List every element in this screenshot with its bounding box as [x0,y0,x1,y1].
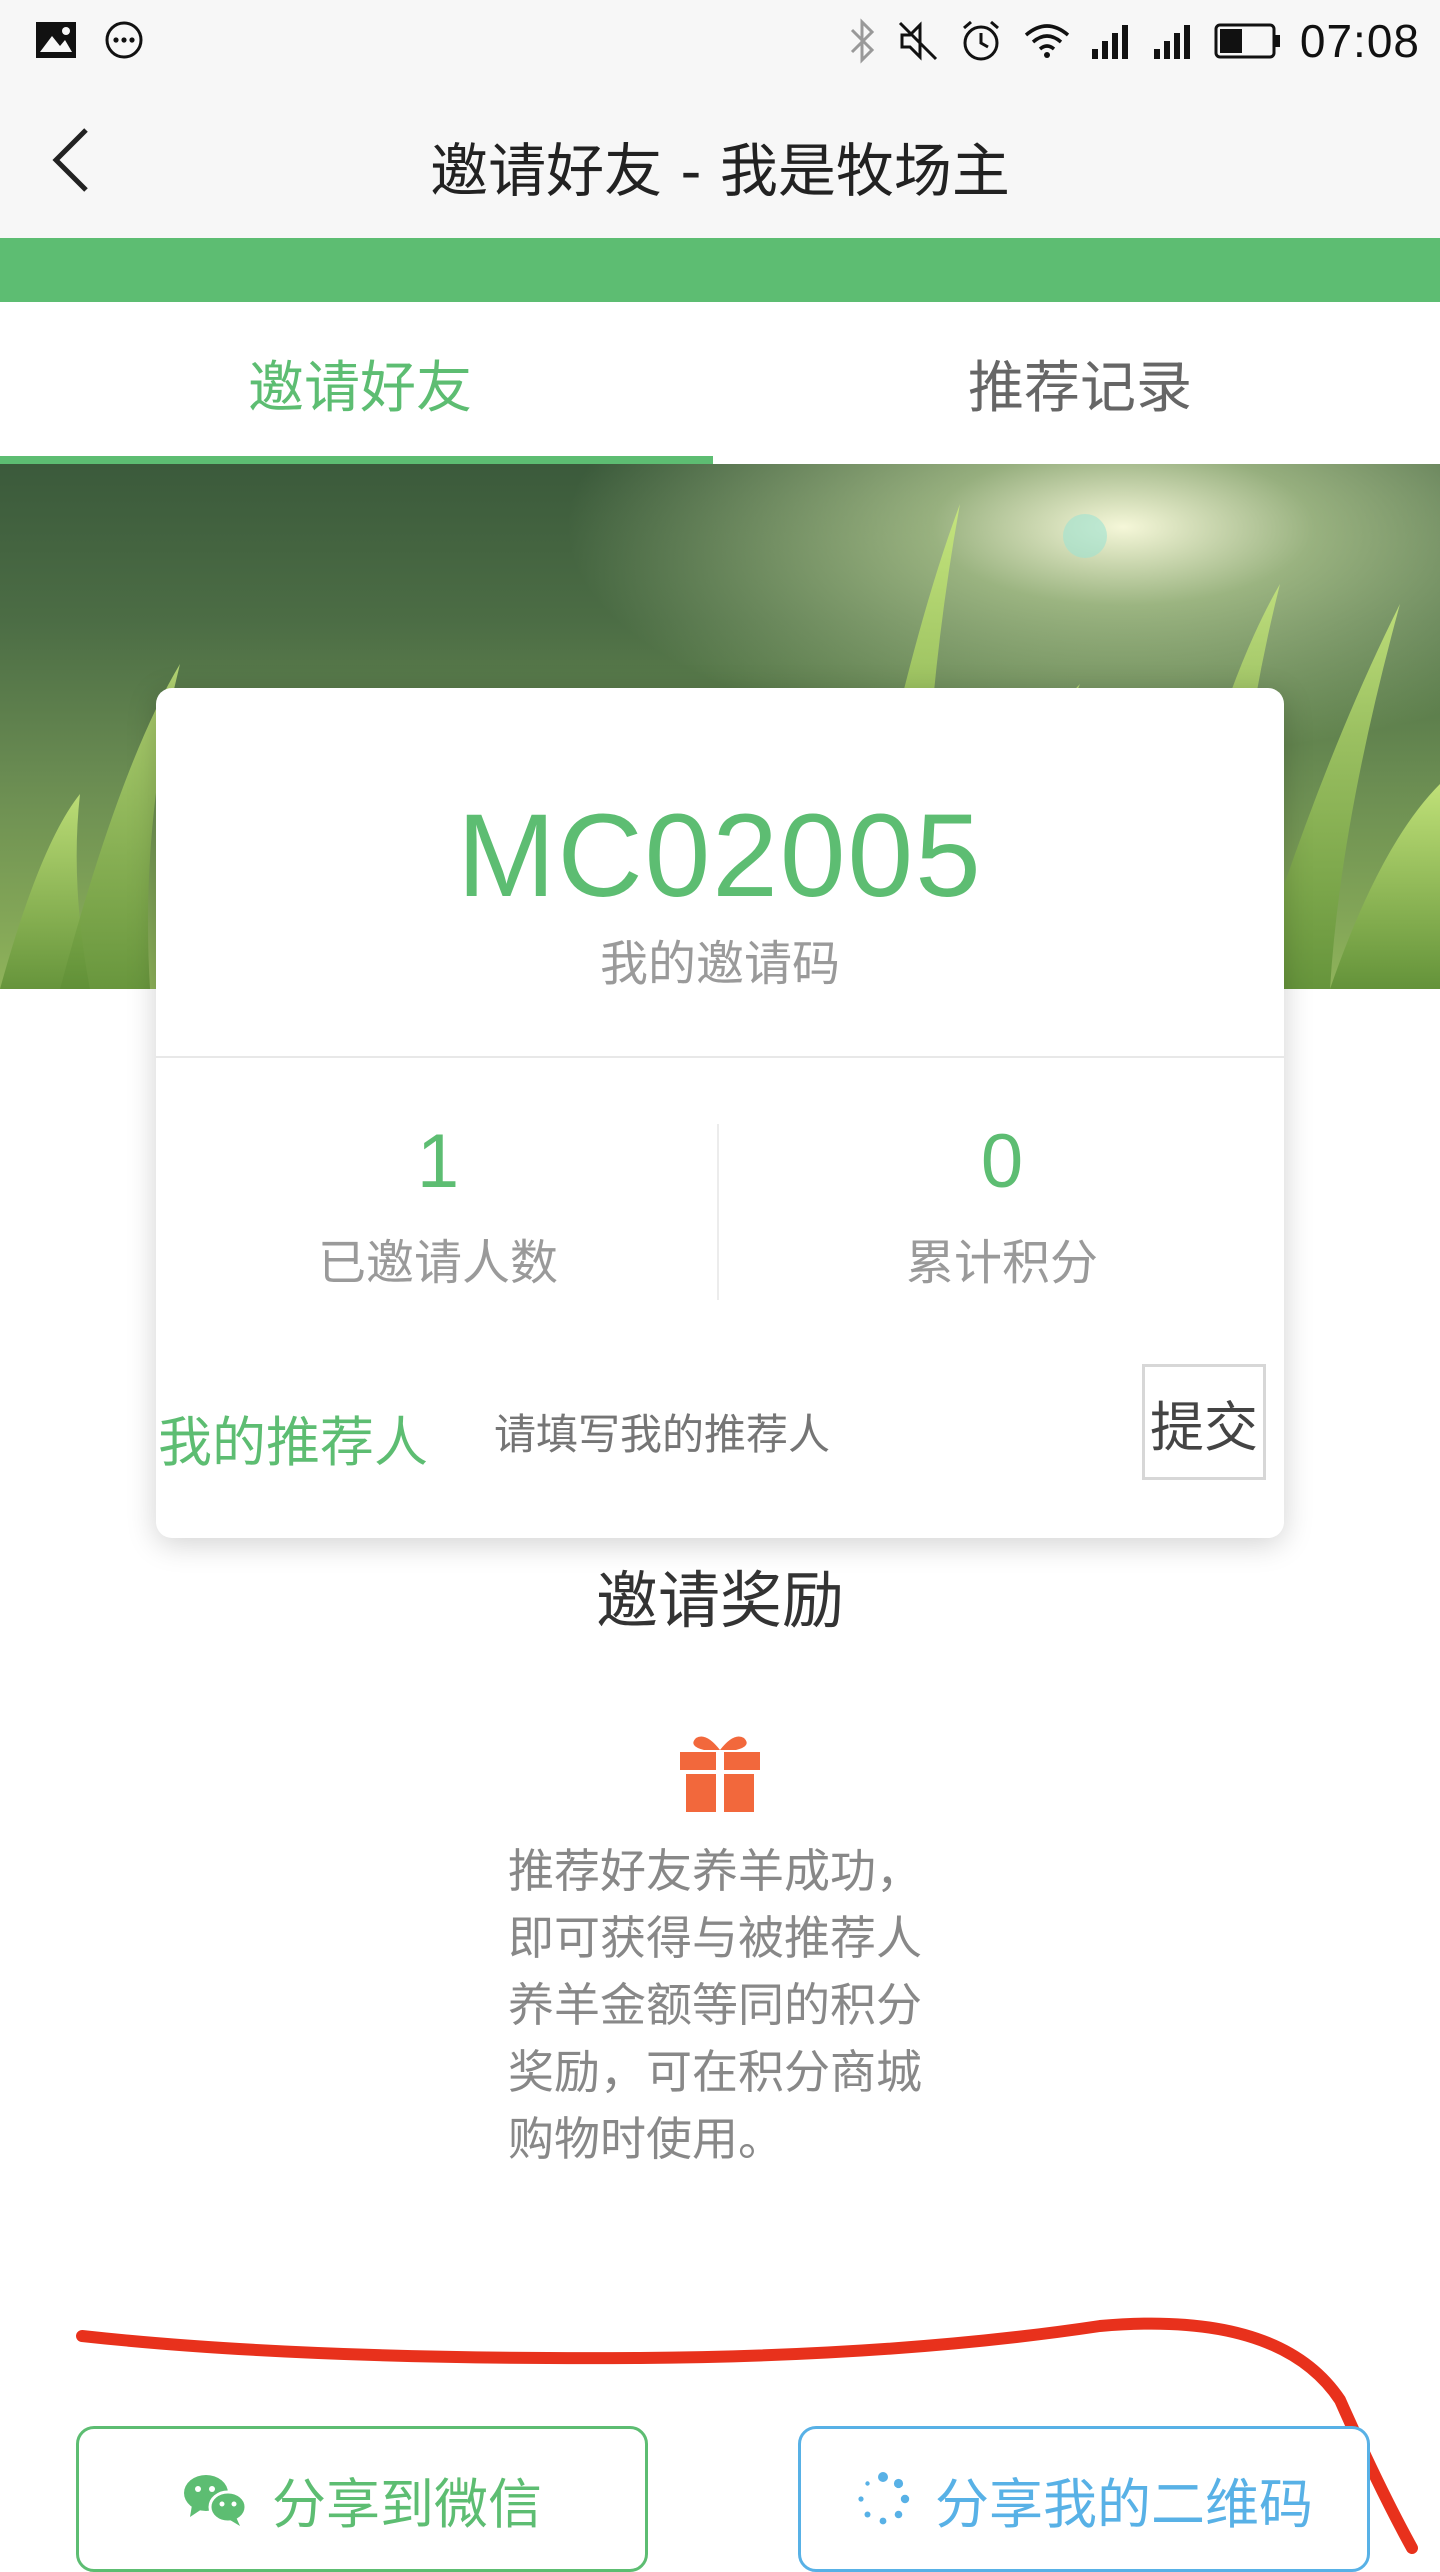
card-divider [156,1056,1284,1058]
mute-icon [898,21,937,61]
header-accent-strip [0,238,1440,302]
invite-code-card: MC02005 我的邀请码 1 已邀请人数 0 累计积分 我的推荐人 提交 [156,688,1284,1538]
image-icon [36,22,76,58]
tab-invite-friends[interactable]: 邀请好友 [0,302,720,464]
more-icon [105,21,143,59]
tab-bar: 邀请好友 推荐记录 [0,302,1440,464]
stat-total-points: 0 累计积分 [720,1118,1284,1293]
signal-icon [1153,25,1190,59]
share-qrcode-label: 分享我的二维码 [935,2472,1313,2536]
referrer-input[interactable] [492,1388,1116,1480]
tab-referral-records[interactable]: 推荐记录 [720,302,1440,464]
clock: 07:08 [1299,15,1420,67]
stat-label: 已邀请人数 [317,1235,558,1291]
stat-invited-count: 1 已邀请人数 [156,1118,720,1293]
invite-code-label: 我的邀请码 [599,936,840,992]
stat-divider [717,1124,719,1300]
reward-description: 推荐好友养羊成功，即可获得与被推荐人养羊金额等同的积分奖励，可在积分商城购物时使… [508,1844,922,2166]
reward-title: 邀请奖励 [595,1564,844,1637]
share-wechat-button[interactable]: 分享到微信 [76,2426,648,2572]
invite-code: MC02005 [457,790,983,922]
stat-value: 0 [980,1119,1024,1204]
share-wechat-label: 分享到微信 [272,2472,542,2536]
status-bar: 07:08 [0,0,1440,82]
tab-indicator [0,456,713,464]
page-title: 邀请好友 - 我是牧场主 [430,137,1010,205]
gift-icon [680,1736,760,1812]
signal-icon [1091,25,1128,59]
bluetooth-icon [850,18,874,64]
battery-icon [1214,23,1280,59]
stat-value: 1 [416,1119,460,1204]
wechat-icon [184,2475,248,2526]
title-bar: 邀请好友 - 我是牧场主 [0,82,1440,238]
loading-spinner-icon [858,2472,910,2525]
submit-button[interactable]: 提交 [1142,1364,1266,1480]
stat-label: 累计积分 [905,1235,1098,1291]
alarm-icon [962,20,999,61]
referrer-label: 我的推荐人 [158,1411,428,1474]
wifi-icon [1024,24,1070,58]
share-qrcode-button[interactable]: 分享我的二维码 [798,2426,1370,2572]
